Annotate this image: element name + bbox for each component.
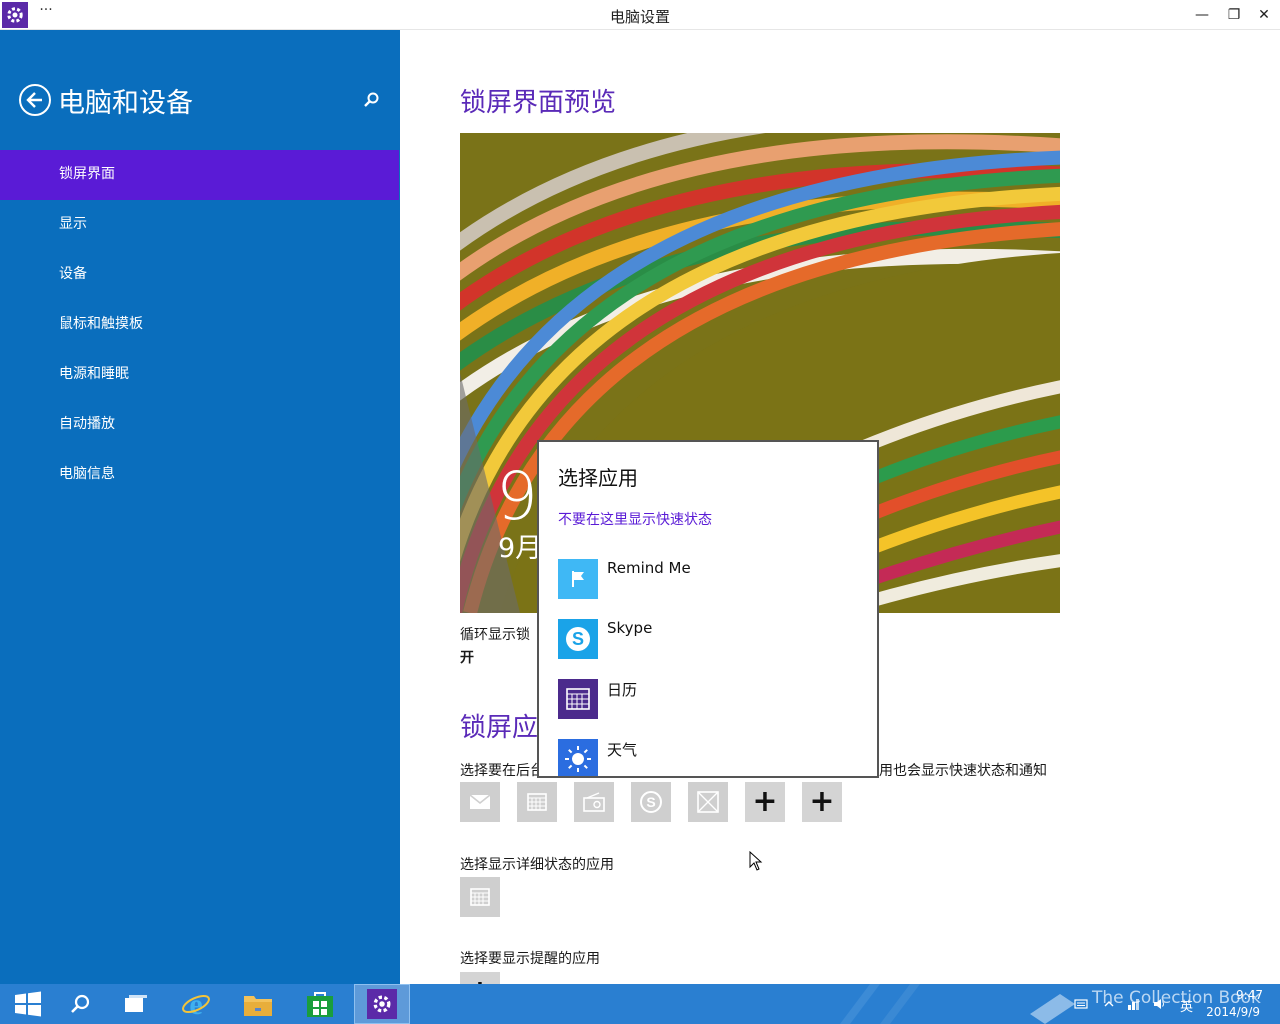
svg-text:S: S [646,794,655,810]
app-option-remind-me[interactable]: Remind Me [558,559,858,599]
sun-icon [558,739,598,776]
taskbar: e The Collection Book 英 9:47 2014/9/9 [0,984,1280,1024]
quick-status-label-continued: 用也会显示快速状态和通知 [879,763,1047,779]
flyout-title: 选择应用 [558,466,638,490]
slideshow-label: 循环显示锁 [460,627,530,643]
preview-time: 9 [496,458,538,535]
app-option-skype[interactable]: S Skype [558,619,858,659]
clock-date[interactable]: 2014/9/9 [1190,1005,1260,1019]
sidebar-item-lock-screen[interactable]: 锁屏界面 [0,150,399,200]
mail-icon [469,794,491,809]
app-option-weather[interactable]: 天气 [558,739,858,776]
internet-explorer-icon: e [182,989,210,1019]
slideshow-value[interactable]: 开 [460,647,474,667]
alarm-label: 选择要显示提醒的应用 [460,951,600,967]
sidebar-item-power-sleep[interactable]: 电源和睡眠 [0,350,400,400]
task-view-icon [125,995,147,1012]
svg-text:S: S [572,629,584,649]
sidebar-title: 电脑和设备 [58,88,193,119]
close-button[interactable]: ✕ [1248,0,1280,30]
taskbar-decoration [840,984,1075,1024]
mouse-cursor-icon [749,851,763,871]
app-option-label: Skype [607,619,653,637]
quick-slot-placeholder[interactable] [688,782,728,822]
app-option-label: 天气 [607,741,638,759]
clock-time[interactable]: 9:47 [1207,988,1263,1002]
svg-text:e: e [189,989,202,1019]
preview-heading: 锁屏界面预览 [460,88,617,118]
skype-icon: S [640,791,662,813]
sidebar: 电脑和设备 锁屏界面 显示 设备 鼠标和触摸板 电源和睡眠 自动播放 电脑信息 [0,30,400,984]
app-option-label: 日历 [607,681,638,699]
placeholder-icon [697,791,719,813]
sidebar-nav: 锁屏界面 显示 设备 鼠标和触摸板 电源和睡眠 自动播放 电脑信息 [0,150,400,500]
settings-taskbar-button[interactable] [354,984,410,1024]
back-button[interactable] [19,84,51,116]
window-title: 电脑设置 [609,8,670,26]
detailed-status-label: 选择显示详细状态的应用 [460,857,614,873]
store-icon [307,992,333,1017]
windows-logo-icon [15,991,41,1017]
internet-explorer-button[interactable]: e [168,984,224,1024]
quick-slot-mail[interactable] [460,782,500,822]
restore-button[interactable]: ❐ [1218,0,1250,30]
skype-icon: S [558,619,598,659]
radio-icon [583,792,605,812]
app-option-calendar[interactable]: 日历 [558,679,858,719]
sidebar-item-display[interactable]: 显示 [0,200,400,250]
preview-date: 9月 [498,533,543,564]
folder-icon [244,996,272,1016]
start-button[interactable] [0,984,56,1024]
chevron-up-icon[interactable] [1102,997,1116,1011]
calendar-icon [558,679,598,719]
calendar-icon [470,888,490,906]
title-bar: ··· 电脑设置 — ❐ ✕ [0,0,1280,30]
minimize-button[interactable]: — [1186,0,1218,30]
app-option-label: Remind Me [607,559,691,577]
volume-icon[interactable] [1152,997,1166,1011]
add-alarm-app-button[interactable]: + [460,972,500,984]
choose-app-flyout: 选择应用 不要在这里显示快速状态 Remind Me S Skype 日历 天气 [537,440,879,778]
sidebar-item-mouse-touchpad[interactable]: 鼠标和触摸板 [0,300,400,350]
dont-show-quick-status-option[interactable]: 不要在这里显示快速状态 [558,509,712,529]
search-icon [71,994,90,1013]
search-button[interactable] [361,90,381,110]
network-icon[interactable] [1126,997,1140,1011]
quick-slot-skype[interactable]: S [631,782,671,822]
flag-icon [558,559,598,599]
store-button[interactable] [292,984,348,1024]
quick-slot-alarm[interactable] [574,782,614,822]
lock-apps-heading: 锁屏应 [460,713,539,743]
add-quick-app-button-2[interactable]: + [802,782,842,822]
search-icon [364,92,379,107]
settings-gear-icon [367,989,397,1019]
file-explorer-button[interactable] [230,984,286,1024]
sidebar-item-pc-info[interactable]: 电脑信息 [0,450,400,500]
detailed-slot-calendar[interactable] [460,877,500,917]
add-quick-app-button[interactable]: + [745,782,785,822]
quick-slot-calendar[interactable] [517,782,557,822]
quick-status-label: 选择要在后台 [460,763,544,779]
task-view-button[interactable] [108,984,164,1024]
sidebar-item-autoplay[interactable]: 自动播放 [0,400,400,450]
taskbar-search-button[interactable] [52,984,108,1024]
back-arrow-icon [26,92,42,108]
keyboard-icon[interactable] [1074,997,1088,1011]
calendar-icon [527,793,547,811]
sidebar-item-devices[interactable]: 设备 [0,250,400,300]
